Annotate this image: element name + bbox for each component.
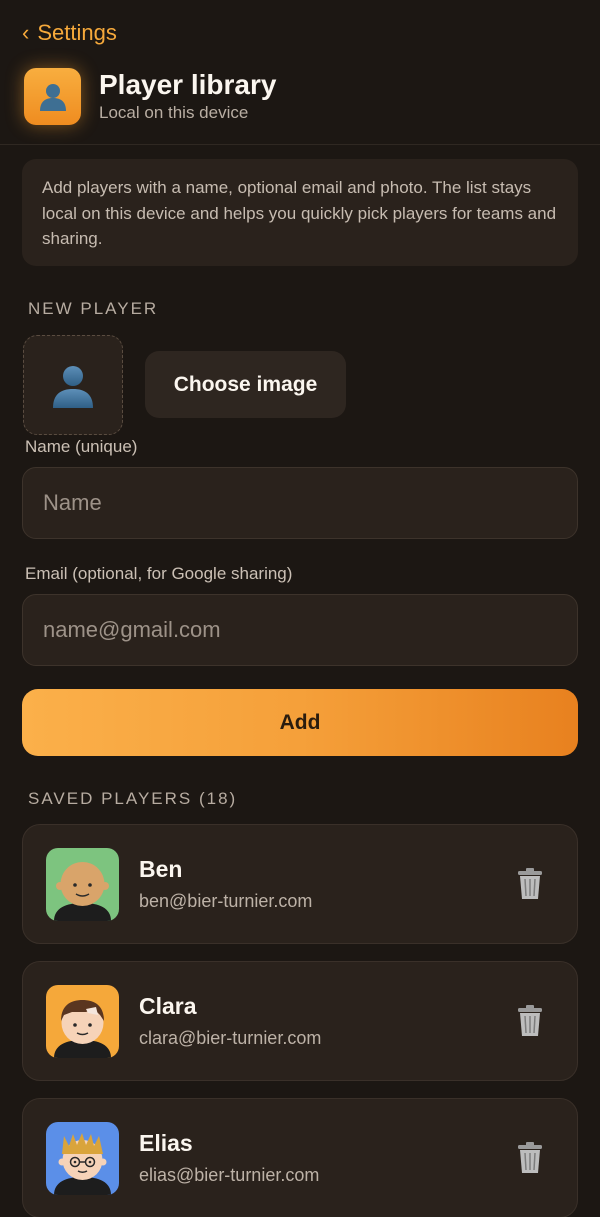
new-player-section-label: NEW PLAYER (28, 299, 159, 318)
player-name: Clara (139, 993, 197, 1019)
page-subtitle: Local on this device (99, 103, 249, 122)
player-name: Ben (139, 856, 183, 882)
choose-image-button[interactable]: Choose image (145, 351, 346, 418)
info-card: Add players with a name, optional email … (22, 159, 578, 266)
trash-icon[interactable] (515, 1004, 545, 1038)
header-divider (0, 144, 600, 145)
email-field-label: Email (optional, for Google sharing) (25, 564, 293, 583)
player-name: Elias (139, 1130, 193, 1156)
name-input[interactable] (22, 467, 578, 539)
trash-icon[interactable] (515, 1141, 545, 1175)
chevron-left-icon: ‹ (22, 20, 30, 45)
player-card-elias[interactable]: Elias elias@bier-turnier.com (22, 1098, 578, 1217)
email-input[interactable] (22, 594, 578, 666)
name-field-label: Name (unique) (25, 437, 138, 456)
avatar-picker[interactable] (23, 335, 123, 435)
brown-hair-avatar (46, 985, 119, 1058)
back-label: Settings (37, 20, 117, 45)
page-title: Player library (99, 69, 277, 100)
page-header: Player library Local on this device (24, 66, 600, 126)
add-player-button[interactable]: Add (22, 689, 578, 756)
back-button[interactable]: ‹ Settings (22, 18, 117, 48)
player-card-clara[interactable]: Clara clara@bier-turnier.com (22, 961, 578, 1081)
trash-icon[interactable] (515, 867, 545, 901)
bald-man-avatar (46, 848, 119, 921)
person-icon (24, 67, 81, 125)
saved-players-section-label: SAVED PLAYERS (18) (28, 789, 238, 808)
player-card-ben[interactable]: Ben ben@bier-turnier.com (22, 824, 578, 944)
player-email: elias@bier-turnier.com (139, 1165, 320, 1185)
person-placeholder-icon (53, 366, 93, 408)
player-email: ben@bier-turnier.com (139, 891, 313, 911)
spiky-hair-glasses-avatar (46, 1122, 119, 1195)
player-email: clara@bier-turnier.com (139, 1028, 322, 1048)
